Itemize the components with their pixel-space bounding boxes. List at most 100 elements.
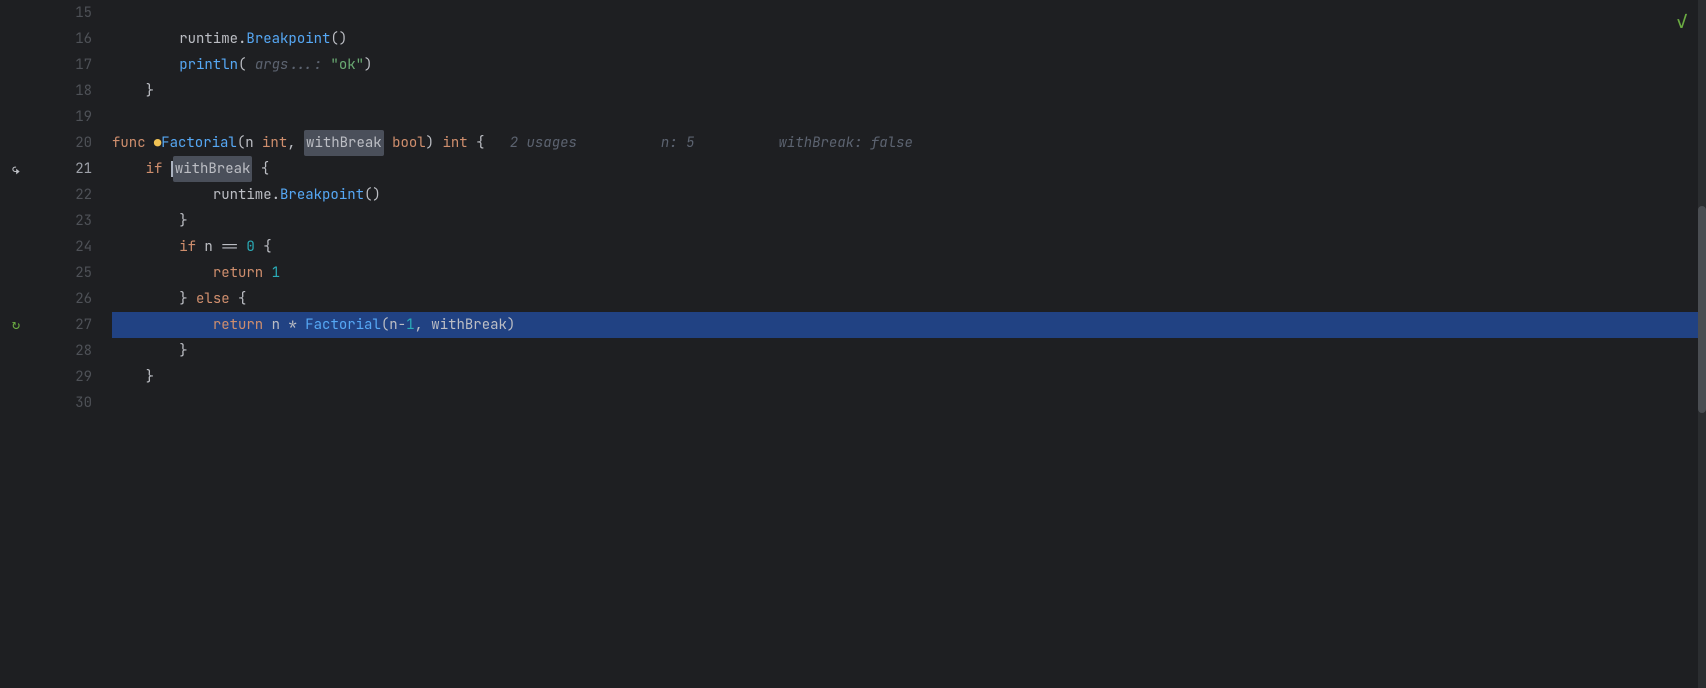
code-editor: ↪ ↻ 15 16 17 18 19 20 21 22 23 24 [0, 0, 1706, 688]
usages-hint: 2 usages [493, 130, 577, 156]
indent [112, 260, 213, 286]
factorial-call: Factorial [305, 312, 381, 338]
runtime-obj: runtime [179, 26, 238, 52]
gutter-cell-21: ↪ [0, 156, 32, 182]
args-hint: args...: [246, 52, 330, 78]
n-param: n [245, 130, 262, 156]
indent [112, 156, 146, 182]
gutter-cell-25 [0, 260, 32, 286]
ok-string: "ok" [330, 52, 364, 78]
gutter-cell-17 [0, 52, 32, 78]
else-kw: else [196, 286, 230, 312]
gutter-cell-30 [0, 390, 32, 416]
func-kw: func [112, 130, 154, 156]
gutter-cell-20 [0, 130, 32, 156]
gutter-cell-16 [0, 26, 32, 52]
gutter-cell-19 [0, 104, 32, 130]
code-line-23: } [112, 208, 1706, 234]
indent [112, 364, 146, 390]
gutter-cell-22 [0, 182, 32, 208]
code-line-19 [112, 104, 1706, 130]
step-arrow: ↪ [12, 161, 20, 178]
withbreak-value-hint: withBreak: false [779, 130, 913, 156]
debug-breakpoint-icon: ↻ [12, 316, 20, 334]
indent [112, 234, 179, 260]
vertical-scrollbar[interactable] [1698, 0, 1706, 688]
line-num-20: 20 [32, 130, 92, 156]
breakpoint-method2: Breakpoint [280, 182, 364, 208]
bulb-icon: ● [154, 130, 161, 156]
code-line-20: func ●Factorial(n int, withBreak bool) i… [112, 130, 1706, 156]
code-line-30 [112, 390, 1706, 416]
runtime-obj2: runtime [213, 182, 272, 208]
code-area: ↪ ↻ 15 16 17 18 19 20 21 22 23 24 [0, 0, 1706, 688]
code-content: runtime.Breakpoint() println( args...: "… [104, 0, 1706, 688]
code-line-16: runtime.Breakpoint() [112, 26, 1706, 52]
return-kw2: return [213, 312, 272, 338]
code-line-24: if n == 0 { [112, 234, 1706, 260]
return-int-type: int [442, 130, 467, 156]
indent [112, 52, 179, 78]
gutter-cell-28 [0, 338, 32, 364]
line-num-22: 22 [32, 182, 92, 208]
gutter: ↪ ↻ [0, 0, 32, 688]
gutter-cell-15 [0, 0, 32, 26]
if-kw: if [146, 156, 171, 182]
line-num-26: 26 [32, 286, 92, 312]
code-line-28: } [112, 338, 1706, 364]
line-num-17: 17 [32, 52, 92, 78]
line-num-16: 16 [32, 26, 92, 52]
indent [112, 208, 179, 234]
line-num-18: 18 [32, 78, 92, 104]
scrollbar-thumb[interactable] [1698, 206, 1706, 412]
code-line-26: } else { [112, 286, 1706, 312]
withbreak-arg: withBreak [431, 312, 507, 338]
line-num-19: 19 [32, 104, 92, 130]
indent [112, 182, 213, 208]
n-var: n [204, 234, 221, 260]
withbreak-param: withBreak [304, 130, 384, 156]
int-type: int [262, 130, 287, 156]
zero-num: 0 [246, 234, 254, 260]
code-line-18: } [112, 78, 1706, 104]
checkmark-icon: ✓ [1676, 8, 1688, 35]
line-num-24: 24 [32, 234, 92, 260]
line-num-15: 15 [32, 0, 92, 26]
gutter-cell-24 [0, 234, 32, 260]
if-kw2: if [179, 234, 204, 260]
n-var2: n [272, 312, 289, 338]
println-fn: println [179, 52, 238, 78]
indent [112, 338, 179, 364]
code-line-22: runtime.Breakpoint() [112, 182, 1706, 208]
code-line-21: if withBreak { [112, 156, 1706, 182]
gutter-cell-29 [0, 364, 32, 390]
gutter-cell-23 [0, 208, 32, 234]
indent [112, 0, 179, 26]
withbreak-var: withBreak [173, 156, 253, 182]
line-numbers: 15 16 17 18 19 20 21 22 23 24 25 26 27 2… [32, 0, 104, 688]
one-num2: 1 [406, 312, 414, 338]
line-num-29: 29 [32, 364, 92, 390]
code-line-29: } [112, 364, 1706, 390]
bool-type: bool [392, 130, 426, 156]
line-num-21: 21 [32, 156, 92, 182]
breakpoint-method: Breakpoint [246, 26, 330, 52]
gutter-cell-27: ↻ [0, 312, 32, 338]
return-kw: return [213, 260, 272, 286]
gutter-cell-26 [0, 286, 32, 312]
n-value-hint: n: 5 [661, 130, 695, 156]
line-num-28: 28 [32, 338, 92, 364]
indent [112, 26, 179, 52]
line-num-27: 27 [32, 312, 92, 338]
code-line-25: return 1 [112, 260, 1706, 286]
code-line-15 [112, 0, 1706, 26]
n-minus1: n [389, 312, 397, 338]
indent [112, 286, 179, 312]
line-num-30: 30 [32, 390, 92, 416]
line-num-25: 25 [32, 260, 92, 286]
line-num-23: 23 [32, 208, 92, 234]
one-num: 1 [272, 260, 280, 286]
code-line-17: println( args...: "ok") [112, 52, 1706, 78]
factorial-fn: Factorial [161, 130, 237, 156]
indent [112, 78, 146, 104]
